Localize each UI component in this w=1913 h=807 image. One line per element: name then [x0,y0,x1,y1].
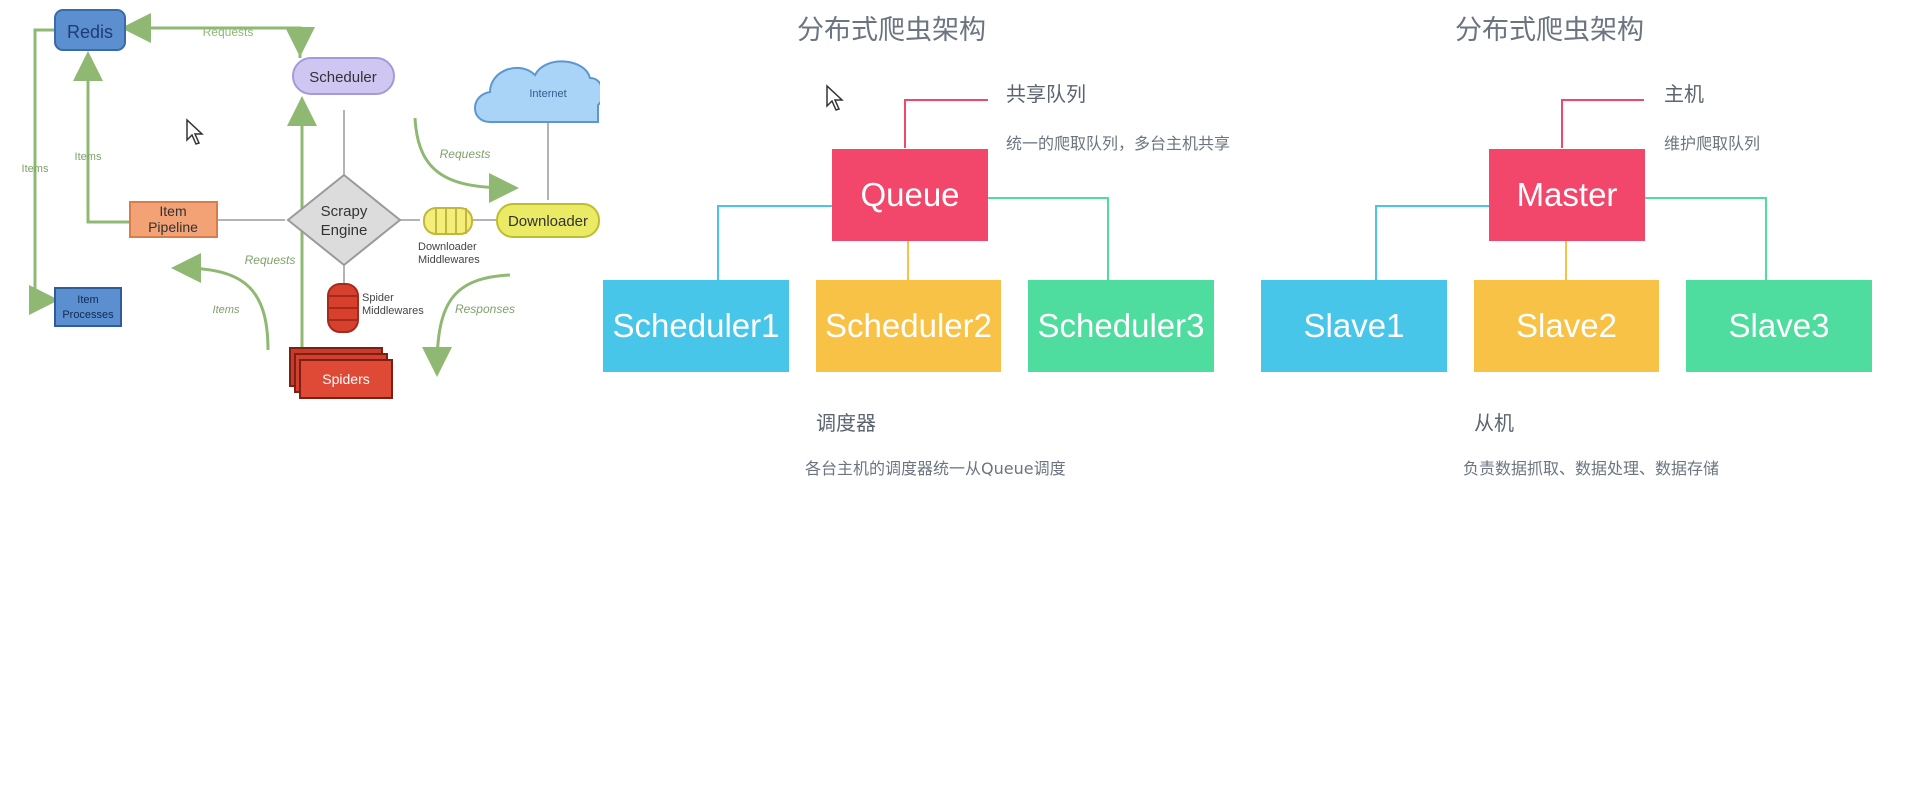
master-bottom-desc: 负责数据抓取、数据处理、数据存储 [1463,459,1720,478]
items-low-label: Items [213,304,240,316]
items-left-label: Items [22,163,49,175]
spider-mw-label-1: Spider [362,292,394,304]
svg-text:Pipeline: Pipeline [148,219,198,235]
item-pipeline-node: Item Pipeline [129,201,218,238]
svg-text:Item: Item [159,203,186,219]
master-node: Master [1489,149,1645,241]
responses-label: Responses [455,302,515,316]
requests-top-label: Requests [203,25,254,39]
downloader-mw-label-1: Downloader [418,241,477,253]
scheduler-node: Scheduler [292,57,395,95]
slave3-node: Slave3 [1686,280,1872,372]
downloader-node: Downloader [496,203,600,238]
spiders-node: Spiders [289,347,393,399]
scheduler3-node: Scheduler3 [1028,280,1214,372]
slave1-node: Slave1 [1261,280,1447,372]
queue-bottom-label: 调度器 [816,411,876,435]
downloader-middlewares-icon [423,207,473,235]
svg-text:Redis: Redis [67,22,113,42]
internet-cloud: Internet [474,60,600,123]
downloader-mw-label-2: Middlewares [418,254,480,266]
scrapy-engine-node: Scrapy Engine [286,173,402,267]
svg-text:Processes: Processes [62,309,114,321]
svg-text:Scheduler: Scheduler [309,69,377,86]
queue-node: Queue [832,149,988,241]
queue-bottom-desc: 各台主机的调度器统一从Queue调度 [805,459,1066,478]
item-processes-node: Item Processes [54,287,122,327]
queue-top-label: 共享队列 [1006,82,1086,106]
svg-text:Item: Item [77,294,98,306]
scheduler2-node: Scheduler2 [816,280,1001,372]
scrapy-architecture-diagram: Redis Requests Scheduler Internet Items … [22,9,600,399]
redis-node: Redis [54,9,126,51]
svg-text:Spiders: Spiders [322,371,369,387]
requests-right-label: Requests [440,147,491,161]
slave2-node: Slave2 [1474,280,1659,372]
queue-top-desc: 统一的爬取队列，多台主机共享 [1006,134,1231,153]
svg-text:Scrapy: Scrapy [321,203,368,220]
spider-mw-label-2: Middlewares [362,305,424,317]
master-top-label: 主机 [1664,82,1704,106]
svg-text:Engine: Engine [321,222,368,239]
svg-text:Internet: Internet [529,88,566,100]
master-bottom-label: 从机 [1474,411,1514,435]
scheduler1-node: Scheduler1 [603,280,789,372]
mouse-cursor-icon-2 [826,84,844,111]
svg-text:Downloader: Downloader [508,213,588,230]
requests-low-label: Requests [245,253,296,267]
mouse-cursor-icon [186,118,204,145]
spider-middlewares-icon [327,283,359,333]
items-mid-label: Items [75,151,102,163]
master-top-desc: 维护爬取队列 [1664,134,1761,153]
